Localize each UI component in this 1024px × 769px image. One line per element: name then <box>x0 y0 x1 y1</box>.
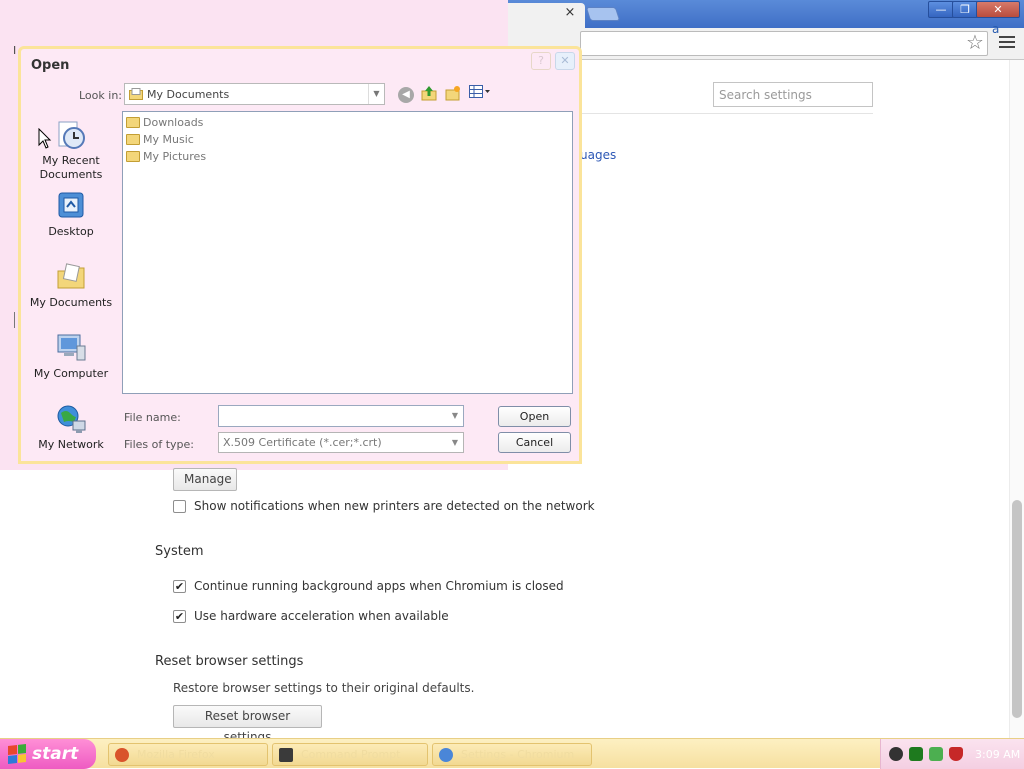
list-item-my-pictures[interactable]: My Pictures <box>126 148 206 164</box>
window-minimize-button[interactable]: — <box>928 1 954 18</box>
file-name-dropdown-icon[interactable]: ▼ <box>447 406 463 426</box>
address-bar[interactable] <box>580 31 988 56</box>
page-scrollbar-thumb[interactable] <box>1012 500 1022 718</box>
file-name-input[interactable] <box>218 405 464 427</box>
taskbar-item-label: Command Prompt <box>301 748 401 761</box>
tray-update-icon[interactable] <box>929 747 943 761</box>
chromium-icon <box>439 747 453 762</box>
bookmark-star-icon[interactable]: ☆ <box>965 30 985 54</box>
reset-heading: Reset browser settings <box>155 654 304 669</box>
place-desktop[interactable]: Desktop <box>21 190 121 238</box>
hw-accel-checkbox[interactable]: ✔ <box>173 609 186 623</box>
start-label: start <box>32 744 79 764</box>
place-label: My Recent Documents <box>39 154 103 181</box>
files-of-type-dropdown-icon[interactable]: ▼ <box>447 433 463 453</box>
place-label: Desktop <box>48 225 94 238</box>
open-file-dialog: Open ? ✕ Look in: My Documents ▼ ◀ My Re… <box>18 46 582 464</box>
printers-notify-row[interactable]: Show notifications when new printers are… <box>173 498 595 514</box>
tray-network-icon[interactable] <box>889 747 903 761</box>
new-folder-icon[interactable] <box>444 85 462 103</box>
folder-icon <box>126 116 140 128</box>
start-button[interactable]: start <box>0 739 96 769</box>
place-my-network[interactable]: My Network <box>21 403 121 451</box>
mouse-cursor-icon <box>38 128 52 149</box>
text-caret-artifact <box>14 312 15 328</box>
hw-accel-row[interactable]: ✔ Use hardware acceleration when availab… <box>173 608 449 624</box>
reset-description: Restore browser settings to their origin… <box>173 681 475 695</box>
list-item-downloads[interactable]: Downloads <box>126 114 203 130</box>
tray-shield-icon[interactable] <box>949 747 963 761</box>
dialog-help-button[interactable]: ? <box>531 52 551 70</box>
taskbar-item-firefox[interactable]: Mozilla Firefox <box>108 743 268 766</box>
new-folder-glyph-icon <box>445 86 460 101</box>
files-of-type-select[interactable]: X.509 Certificate (*.cer;*.crt) <box>218 432 464 453</box>
background-apps-row[interactable]: ✔ Continue running background apps when … <box>173 578 564 594</box>
place-label: My Network <box>38 438 104 451</box>
look-in-value: My Documents <box>147 87 230 101</box>
file-name-label: My Music <box>143 132 194 146</box>
file-list[interactable]: Downloads My Music My Pictures <box>122 111 573 394</box>
files-of-type-label: Files of type: <box>124 438 195 451</box>
system-heading: System <box>155 544 204 559</box>
up-folder-icon[interactable] <box>420 85 438 103</box>
window-close-button[interactable]: ✕ <box>976 1 1020 18</box>
taskbar-clock[interactable]: 3:09 AM <box>975 748 1020 761</box>
back-icon[interactable]: ◀ <box>398 87 414 103</box>
open-button[interactable]: Open <box>498 406 571 427</box>
my-computer-icon <box>57 334 86 361</box>
terminal-icon <box>279 747 293 762</box>
look-in-label: Look in: <box>79 89 122 102</box>
place-my-computer[interactable]: My Computer <box>21 332 121 380</box>
languages-link[interactable]: uages <box>580 148 616 162</box>
header-divider <box>580 113 873 114</box>
taskbar-item-chromium[interactable]: Settings - Chromium <box>432 743 592 766</box>
place-label: My Computer <box>33 367 109 380</box>
grid-view-icon <box>469 85 490 98</box>
printers-notify-label: Show notifications when new printers are… <box>194 499 595 513</box>
system-tray: 3:09 AM <box>880 739 1024 769</box>
file-name-label: File name: <box>124 411 181 424</box>
cancel-button[interactable]: Cancel <box>498 432 571 453</box>
pictures-folder-icon <box>126 150 140 162</box>
my-network-icon <box>57 405 86 433</box>
my-documents-icon <box>57 263 85 289</box>
windows-logo-icon <box>8 744 26 764</box>
taskbar-item-label: Settings - Chromium <box>461 748 575 761</box>
place-label: My Documents <box>29 296 113 309</box>
file-name-label: My Pictures <box>143 149 207 163</box>
firefox-icon <box>115 747 129 762</box>
views-menu-icon[interactable] <box>468 85 492 103</box>
my-documents-small-icon <box>129 88 143 100</box>
look-in-select[interactable]: My Documents ▼ <box>124 83 385 105</box>
chevron-down-icon[interactable]: ▼ <box>368 84 384 104</box>
search-settings-input[interactable] <box>713 82 873 107</box>
hw-accel-label: Use hardware acceleration when available <box>194 609 449 623</box>
music-folder-icon <box>126 133 140 145</box>
background-apps-checkbox[interactable]: ✔ <box>173 579 186 593</box>
recent-documents-icon <box>58 121 85 149</box>
dialog-title: Open <box>31 58 70 73</box>
dialog-close-button[interactable]: ✕ <box>555 52 575 70</box>
taskbar: start Mozilla Firefox Command Prompt Set… <box>0 738 1024 769</box>
tab-close-icon[interactable]: × <box>563 5 577 21</box>
chrome-menu-icon[interactable] <box>998 34 1016 50</box>
place-my-documents[interactable]: My Documents <box>21 261 121 309</box>
tray-terminal-icon[interactable] <box>909 747 923 761</box>
file-name-label: Downloads <box>143 115 204 129</box>
stray-text: I <box>13 44 17 57</box>
manage-printers-button[interactable]: Manage <box>173 468 237 491</box>
list-item-my-music[interactable]: My Music <box>126 131 194 147</box>
background-apps-label: Continue running background apps when Ch… <box>194 579 564 593</box>
desktop-icon <box>58 192 84 218</box>
window-restore-button[interactable]: ❐ <box>952 1 978 18</box>
new-tab-button[interactable] <box>585 7 621 21</box>
place-my-recent-documents[interactable]: My Recent Documents <box>21 119 121 181</box>
taskbar-item-terminal[interactable]: Command Prompt <box>272 743 428 766</box>
taskbar-item-label: Mozilla Firefox <box>137 748 215 761</box>
up-arrow-icon <box>421 86 437 101</box>
printers-notify-checkbox[interactable] <box>173 499 186 513</box>
reset-browser-settings-button[interactable]: Reset browser settings <box>173 705 322 744</box>
